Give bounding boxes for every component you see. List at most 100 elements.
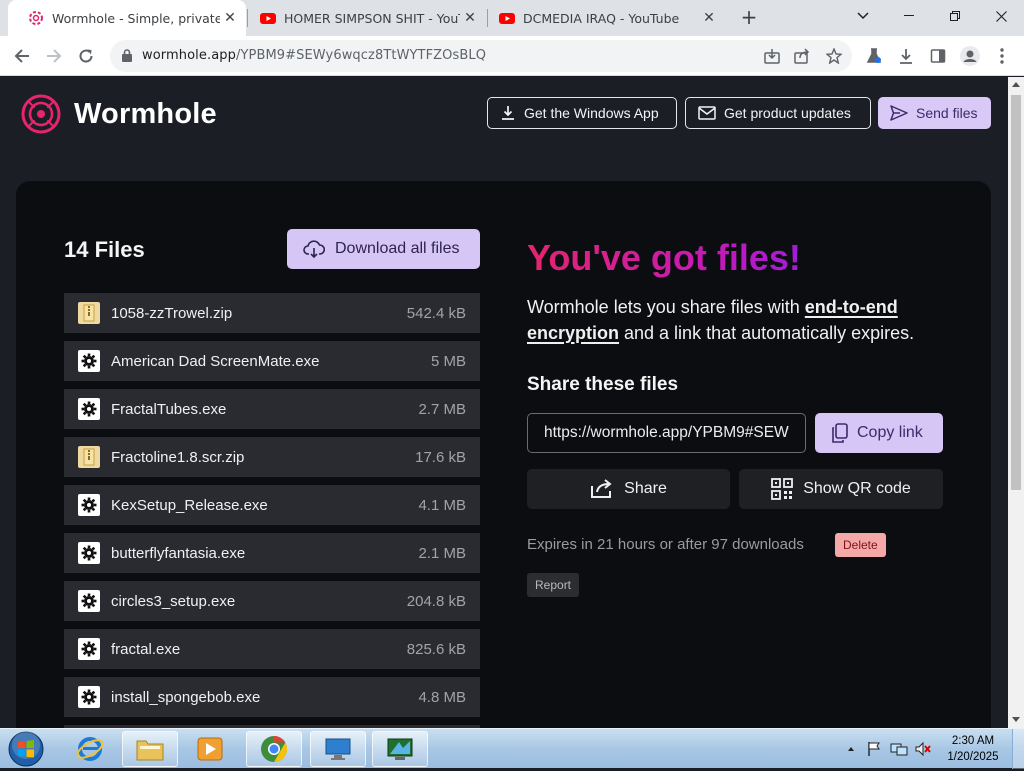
file-size: 2.1 MB	[418, 544, 466, 562]
windows-start-orb-icon	[8, 731, 44, 767]
description-text-start: Wormhole lets you share files with	[527, 297, 805, 317]
zip-archive-icon	[78, 302, 100, 324]
tab-title: Wormhole - Simple, private file s	[52, 10, 220, 26]
taskbar-chrome[interactable]	[246, 731, 302, 767]
executable-gear-icon	[78, 638, 100, 660]
url-host: wormhole.app	[142, 48, 236, 63]
youtube-icon	[260, 13, 276, 24]
start-button[interactable]	[8, 731, 44, 767]
extensions-flask-icon[interactable]	[862, 44, 886, 68]
share-url-input[interactable]	[528, 414, 805, 452]
send-files-button[interactable]: Send files	[878, 97, 991, 129]
tab-wormhole[interactable]: Wormhole - Simple, private file s ✕	[8, 0, 246, 36]
download-all-button[interactable]: Download all files	[287, 229, 480, 269]
close-icon[interactable]: ✕	[220, 10, 240, 26]
tab-homer-simpson[interactable]: HOMER SIMPSON SHIT - YouTube ✕	[240, 0, 486, 36]
reload-icon	[79, 49, 93, 63]
copy-link-button[interactable]: Copy link	[815, 413, 943, 453]
description-text-end: and a link that automatically expires.	[619, 323, 915, 343]
show-qr-code-button[interactable]: Show QR code	[739, 469, 943, 509]
restore-button[interactable]	[932, 0, 978, 32]
show-qr-code-label: Show QR code	[803, 480, 911, 497]
arrow-right-icon	[47, 49, 62, 63]
system-clock[interactable]: 2:30 AM 1/20/2025	[938, 733, 1008, 765]
file-row[interactable]: install_spongebob.exe 4.8 MB	[64, 677, 480, 717]
send-files-label: Send files	[916, 105, 978, 121]
file-row[interactable]: FractalTubes.exe 2.7 MB	[64, 389, 480, 429]
network-icon[interactable]	[890, 741, 908, 761]
show-hidden-icons-button[interactable]	[846, 739, 856, 758]
chrome-icon	[261, 735, 288, 763]
folder-icon	[136, 740, 164, 761]
file-size: 17.6 kB	[415, 448, 466, 466]
install-app-icon[interactable]	[760, 44, 784, 68]
scroll-down-arrow-icon[interactable]	[1012, 717, 1020, 722]
description-text: Wormhole lets you share files with end-t…	[527, 294, 947, 346]
executable-gear-icon	[78, 350, 100, 372]
share-icon	[591, 479, 612, 498]
taskbar-media-player[interactable]	[182, 731, 238, 767]
file-row[interactable]: KexSetup_Release.exe 4.1 MB	[64, 485, 480, 525]
screen-app-icon	[387, 738, 413, 760]
file-name: 1058-zzTrowel.zip	[111, 304, 233, 322]
file-row[interactable]: fractal.exe 825.6 kB	[64, 629, 480, 669]
file-row[interactable]: Fractoline1.8.scr.zip 17.6 kB	[64, 437, 480, 477]
taskbar-desktop-app[interactable]	[372, 731, 428, 767]
tab-dcmedia-iraq[interactable]: DCMEDIA IRAQ - YouTube ✕	[479, 0, 725, 36]
file-row[interactable]: butterflyfantasia.exe 2.1 MB	[64, 533, 480, 573]
delete-button[interactable]: Delete	[835, 533, 886, 557]
taskbar-internet-explorer[interactable]	[62, 731, 118, 767]
bookmark-star-icon[interactable]	[822, 44, 846, 68]
close-icon[interactable]: ✕	[699, 10, 719, 26]
back-button[interactable]	[10, 44, 34, 68]
side-panel-icon[interactable]	[926, 44, 950, 68]
url-path: /YPBM9#SEWy6wqcz8TtWYTFZOsBLQ	[235, 48, 487, 63]
close-icon[interactable]: ✕	[460, 10, 480, 26]
file-row[interactable]: circles3_setup.exe 204.8 kB	[64, 581, 480, 621]
get-product-updates-label: Get product updates	[724, 105, 851, 121]
file-size: 204.8 kB	[406, 592, 466, 610]
zip-archive-icon	[78, 446, 100, 468]
download-all-label: Download all files	[335, 240, 460, 257]
downloads-icon[interactable]	[894, 44, 918, 68]
page-title: You've got files!	[527, 237, 801, 278]
close-window-button[interactable]	[978, 0, 1024, 32]
copy-icon	[832, 423, 848, 443]
internet-explorer-icon	[76, 737, 104, 761]
scroll-up-arrow-icon[interactable]	[1012, 82, 1020, 87]
executable-gear-icon	[78, 590, 100, 612]
file-name: butterflyfantasia.exe	[111, 544, 246, 562]
file-size: 5 MB	[430, 352, 466, 370]
new-tab-button[interactable]: +	[738, 6, 760, 28]
wormhole-icon	[29, 11, 43, 25]
get-windows-app-button[interactable]: Get the Windows App	[487, 97, 677, 129]
address-bar[interactable]: wormhole.app/YPBM9#SEWy6wqcz8TtWYTFZOsBL…	[110, 40, 852, 72]
file-panel: 14 Files Download all files 1058-zzTrowe…	[16, 181, 991, 728]
share-url-field[interactable]	[527, 413, 806, 453]
profile-avatar-icon[interactable]	[958, 44, 982, 68]
report-button[interactable]: Report	[527, 573, 580, 597]
share-icon[interactable]	[790, 44, 814, 68]
volume-muted-icon[interactable]	[914, 741, 932, 761]
youtube-icon	[499, 13, 515, 24]
share-label: Share	[624, 480, 667, 497]
reload-button[interactable]	[74, 44, 98, 68]
forward-button[interactable]	[42, 44, 66, 68]
show-desktop-button[interactable]	[1012, 729, 1024, 769]
tab-search-button[interactable]	[840, 0, 886, 32]
file-row[interactable]: 1058-zzTrowel.zip 542.4 kB	[64, 293, 480, 333]
brand-logo[interactable]: Wormhole	[20, 93, 217, 135]
share-button[interactable]: Share	[527, 469, 730, 509]
get-product-updates-button[interactable]: Get product updates	[685, 97, 871, 129]
download-icon	[502, 106, 514, 120]
file-size: 4.8 MB	[418, 688, 466, 706]
executable-gear-icon	[78, 686, 100, 708]
page-scrollbar[interactable]	[1008, 77, 1024, 728]
taskbar-file-explorer[interactable]	[122, 731, 178, 767]
minimize-button[interactable]	[886, 0, 932, 32]
taskbar-remote-desktop[interactable]	[310, 731, 366, 767]
file-row[interactable]: American Dad ScreenMate.exe 5 MB	[64, 341, 480, 381]
menu-kebab-icon[interactable]	[990, 44, 1014, 68]
scrollbar-thumb[interactable]	[1011, 95, 1021, 490]
action-center-flag-icon[interactable]	[866, 741, 882, 761]
